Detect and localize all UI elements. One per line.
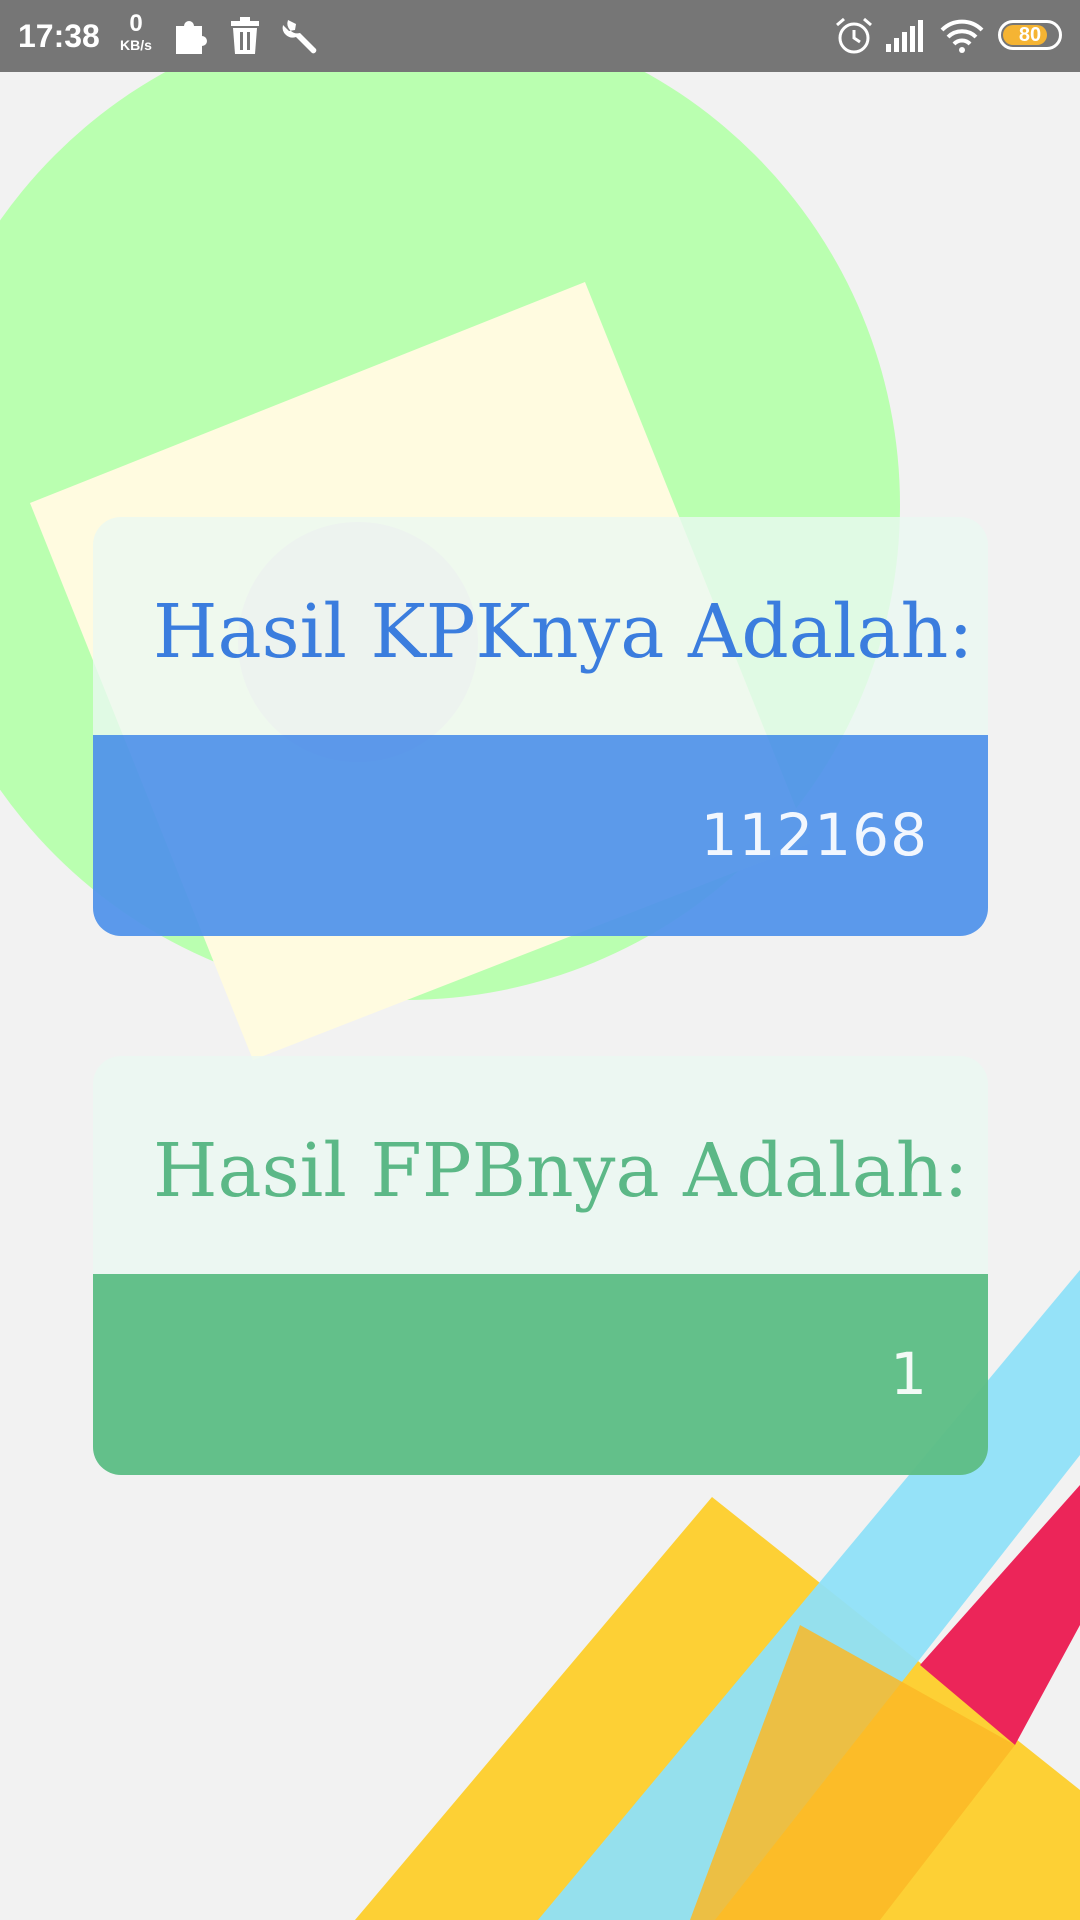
background-decoration <box>0 0 1080 1920</box>
signal-icon <box>886 20 923 52</box>
puzzle-icon <box>176 21 207 54</box>
net-speed-value: 0 <box>129 10 143 37</box>
wrench-icon <box>282 20 317 54</box>
battery-icon: 80 <box>998 20 1062 50</box>
fpb-title: Hasil FPBnya Adalah: <box>153 1128 969 1214</box>
status-bar: 17:38 0 KB/s 80 <box>0 0 1080 72</box>
fpb-result-card: Hasil FPBnya Adalah: 1 <box>93 1056 988 1475</box>
kpk-result-card: Hasil KPKnya Adalah: 112168 <box>93 517 988 936</box>
fpb-value: 1 <box>890 1340 928 1408</box>
fpb-card-header: Hasil FPBnya Adalah: <box>93 1056 988 1274</box>
net-speed: 0 KB/s <box>116 12 156 54</box>
trash-icon <box>231 17 259 54</box>
battery-level: 80 <box>1018 24 1042 46</box>
kpk-title: Hasil KPKnya Adalah: <box>153 589 974 675</box>
net-speed-unit: KB/s <box>120 37 152 53</box>
kpk-card-body: 112168 <box>93 735 988 936</box>
fpb-card-body: 1 <box>93 1274 988 1475</box>
status-time: 17:38 <box>18 18 100 54</box>
wifi-icon <box>940 19 984 53</box>
kpk-card-header: Hasil KPKnya Adalah: <box>93 517 988 735</box>
alarm-icon <box>836 17 872 54</box>
kpk-value: 112168 <box>700 801 928 869</box>
